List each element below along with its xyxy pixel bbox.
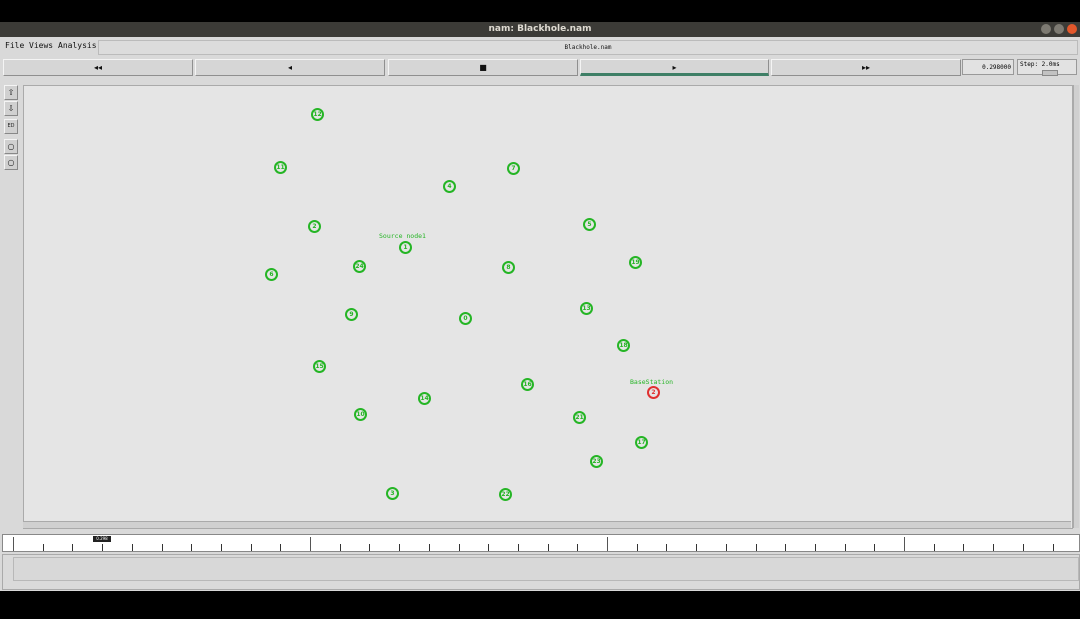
timeline-tick [577, 544, 579, 551]
circle-tool-icon-2[interactable]: ○ [4, 155, 18, 170]
network-canvas[interactable]: 12 11 7 4 2 5 Source node1 1 6 24 8 19 9… [23, 85, 1073, 529]
timeline-tick [13, 537, 14, 551]
node-11[interactable]: 11 [274, 161, 287, 174]
annotation-pane [2, 554, 1080, 590]
node-9[interactable]: 9 [345, 308, 358, 321]
timeline-tick [42, 544, 44, 551]
menu-analysis[interactable]: Analysis [58, 41, 97, 50]
node-17[interactable]: 17 [635, 436, 648, 449]
timeline-tick [310, 537, 311, 551]
timeline-tick [131, 544, 133, 551]
node-24[interactable]: 24 [353, 260, 366, 273]
node-13[interactable]: 13 [580, 302, 593, 315]
timeline-tick [428, 544, 430, 551]
timeline-tick [755, 544, 757, 551]
menubar: File Views Analysis Blackhole.nam [0, 37, 1080, 57]
node-15[interactable]: 15 [313, 360, 326, 373]
annotation-area[interactable] [13, 557, 1079, 581]
edit-icon[interactable]: ED [4, 119, 18, 134]
node-5[interactable]: 5 [583, 218, 596, 231]
window-titlebar: nam: Blackhole.nam [0, 22, 1080, 37]
timeline-tick [488, 544, 490, 551]
timeline-tick [399, 544, 401, 551]
play-button[interactable]: ▸ [580, 59, 769, 76]
menu-views[interactable]: Views [29, 41, 53, 50]
window-title: nam: Blackhole.nam [488, 24, 592, 34]
node-7[interactable]: 7 [507, 162, 520, 175]
timeline-tick [814, 544, 816, 551]
node-14[interactable]: 14 [418, 392, 431, 405]
step-label: Step: 2.0ms [1020, 61, 1060, 68]
node-12[interactable]: 12 [311, 108, 324, 121]
timeline-tick [220, 544, 222, 551]
fast-forward-button[interactable]: ▸▸ [771, 59, 961, 76]
timeline-tick [696, 544, 698, 551]
node-21[interactable]: 21 [573, 411, 586, 424]
timeline-tick [636, 544, 638, 551]
current-time: 0.298000 [962, 59, 1014, 75]
timeline-tick [904, 537, 905, 551]
rewind-button[interactable]: ◂◂ [3, 59, 193, 76]
timeline-tick [844, 544, 846, 551]
timeline-tick [785, 544, 787, 551]
timeline-tick [874, 544, 876, 551]
maximize-icon[interactable] [1054, 24, 1064, 34]
node-4[interactable]: 4 [443, 180, 456, 193]
window-controls [1041, 24, 1077, 34]
node-23[interactable]: 23 [590, 455, 603, 468]
node-16[interactable]: 16 [521, 378, 534, 391]
node-1[interactable]: 1 [399, 241, 412, 254]
close-icon[interactable] [1067, 24, 1077, 34]
zoom-out-icon[interactable]: ⇩ [4, 101, 18, 116]
timeline-tick [547, 544, 549, 551]
playback-controls: ◂◂ ◂ ■ ▸ ▸▸ 0.298000 Step: 2.0ms [0, 57, 1080, 79]
node-8[interactable]: 8 [502, 261, 515, 274]
node-3[interactable]: 3 [386, 487, 399, 500]
node-19[interactable]: 19 [629, 256, 642, 269]
timeline-tick [458, 544, 460, 551]
basestation-label: BaseStation [630, 378, 674, 386]
stop-button[interactable]: ■ [388, 59, 578, 76]
menu-file[interactable]: File [5, 41, 24, 50]
node-2[interactable]: 2 [308, 220, 321, 233]
timeline-tick [666, 544, 668, 551]
nam-app: File Views Analysis Blackhole.nam ◂◂ ◂ ■… [0, 37, 1080, 591]
timeline-tick [369, 544, 371, 551]
timeline-tick [517, 544, 519, 551]
source-node-label: Source node1 [379, 232, 426, 240]
node-0[interactable]: 0 [459, 312, 472, 325]
timeline-tick [250, 544, 252, 551]
zoom-in-icon[interactable]: ⇧ [4, 85, 18, 100]
timeline-tick [102, 544, 104, 551]
node-10[interactable]: 10 [354, 408, 367, 421]
side-toolbar: ⇧ ⇩ ED ○ ○ [2, 85, 18, 528]
timeline-tick [725, 544, 727, 551]
timeline-tick [339, 544, 341, 551]
timeline-tick [1052, 544, 1054, 551]
node-18[interactable]: 18 [617, 339, 630, 352]
minimize-icon[interactable] [1041, 24, 1051, 34]
timeline-tick [72, 544, 74, 551]
timeline-tick [933, 544, 935, 551]
timeline-tick [993, 544, 995, 551]
timeline-marker[interactable]: 0.298 [93, 536, 111, 542]
timeline-tick [191, 544, 193, 551]
basestation-node[interactable]: 2 [647, 386, 660, 399]
timeline-slider[interactable]: 0.298 [2, 534, 1080, 552]
node-6[interactable]: 6 [265, 268, 278, 281]
canvas-horizontal-scrollbar[interactable] [23, 521, 1071, 528]
timeline-tick [161, 544, 163, 551]
step-back-button[interactable]: ◂ [195, 59, 385, 76]
circle-tool-icon[interactable]: ○ [4, 139, 18, 154]
timeline-tick [607, 537, 608, 551]
timeline-tick [963, 544, 965, 551]
step-control[interactable]: Step: 2.0ms [1017, 59, 1077, 76]
timeline-tick [1022, 544, 1024, 551]
canvas-vertical-scrollbar[interactable] [1073, 85, 1079, 528]
trace-filename: Blackhole.nam [98, 40, 1078, 55]
step-slider[interactable] [1042, 70, 1058, 76]
node-22[interactable]: 22 [499, 488, 512, 501]
timeline-tick [280, 544, 282, 551]
